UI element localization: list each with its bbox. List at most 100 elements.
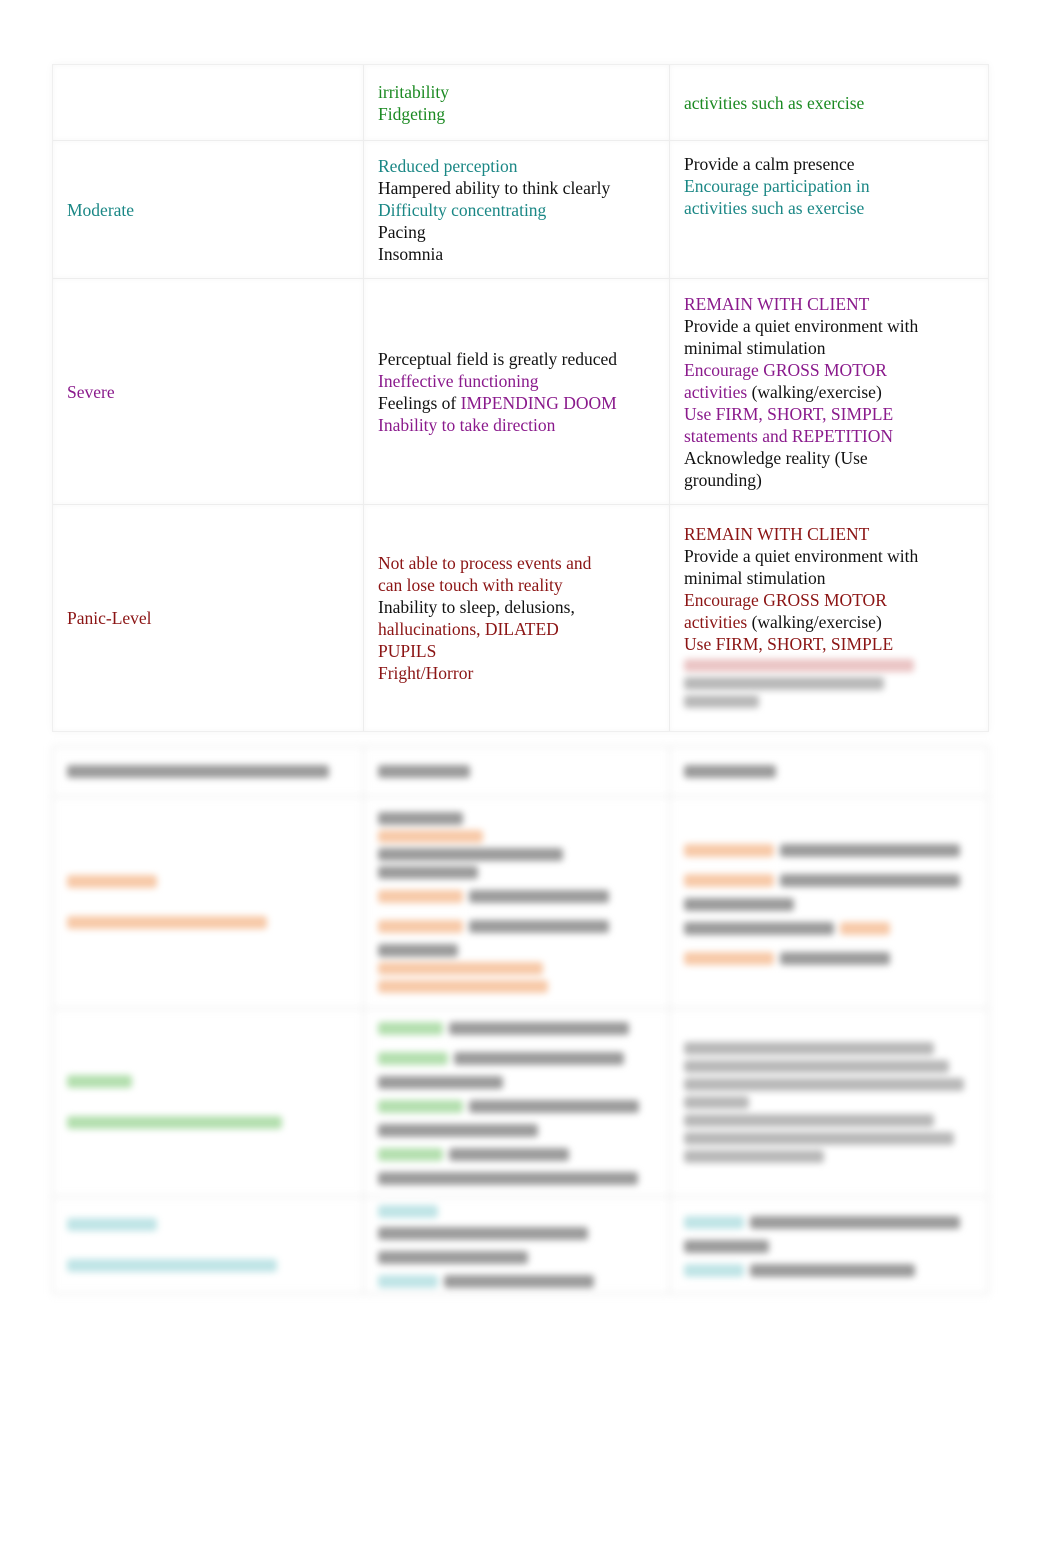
text-segment: IMPENDING DOOM (460, 392, 617, 413)
symptoms-list: irritability Fidgeting (378, 81, 449, 125)
blurred-cell (364, 1009, 670, 1197)
blurred-text (378, 979, 548, 993)
header-cell (670, 747, 988, 797)
blurred-text (684, 1077, 964, 1091)
text-segment: activities (684, 612, 752, 632)
intervention-line: statements and REPETITION (684, 425, 893, 446)
blurred-text (684, 695, 759, 708)
blurred-text (684, 1059, 949, 1073)
blurred-text (378, 1075, 503, 1089)
intervention-line: activities such as exercise (684, 92, 865, 113)
intervention-line: Acknowledge reality (Use (684, 447, 868, 468)
blurred-cell (364, 797, 670, 1009)
interventions-list: REMAIN WITH CLIENT Provide a quiet enviro… (684, 293, 918, 491)
blurred-text (378, 811, 463, 825)
blurred-cell (53, 1197, 364, 1293)
intervention-line: Provide a quiet environment with (684, 546, 919, 566)
blurred-text (684, 659, 914, 672)
blurred-text (378, 1227, 588, 1241)
blurred-text (378, 1251, 528, 1264)
interventions-cell: REMAIN WITH CLIENT Provide a quiet enviro… (670, 279, 988, 505)
intervention-line: Provide a calm presence (684, 154, 855, 174)
level-cell: Severe (53, 279, 364, 505)
symptom-line: Not able to process events and (378, 553, 592, 573)
interventions-list: activities such as exercise (684, 92, 864, 114)
symptoms-cell: irritability Fidgeting (364, 65, 670, 141)
blurred-text (684, 1095, 749, 1109)
blurred-text (378, 1123, 538, 1137)
blurred-text (67, 916, 267, 929)
intervention-line: Use FIRM, SHORT, SIMPLE (684, 403, 894, 424)
symptom-line: Perceptual field is greatly reduced (378, 348, 618, 369)
blurred-text (750, 1216, 960, 1230)
blurred-text (378, 764, 470, 778)
symptom-line: irritability (378, 81, 449, 102)
blurred-table (52, 746, 989, 1294)
intervention-line: Encourage GROSS MOTOR (684, 359, 887, 380)
interventions-list: REMAIN WITH CLIENT Provide a quiet enviro… (684, 523, 918, 713)
symptom-line: Reduced perception (378, 155, 518, 176)
blurred-cell (53, 1009, 364, 1197)
blurred-text (684, 897, 794, 911)
level-label-panic: Panic-Level (67, 608, 152, 628)
intervention-line: activities such as exercise (684, 198, 865, 218)
intervention-line: REMAIN WITH CLIENT (684, 524, 870, 544)
blurred-text (449, 1021, 629, 1035)
blurred-text (378, 865, 478, 879)
blurred-cell (670, 1197, 988, 1293)
intervention-line: Provide a quiet environment with (684, 315, 919, 336)
symptoms-list: Reduced perception Hampered ability to th… (378, 155, 610, 265)
blurred-text (449, 1147, 569, 1161)
blurred-text (469, 919, 609, 933)
symptom-line: Inability to sleep, delusions, (378, 597, 575, 617)
symptom-line: Insomnia (378, 243, 444, 264)
interventions-cell: Provide a calm presence Encourage partici… (670, 141, 988, 279)
header-cell (53, 747, 364, 797)
blurred-text (67, 764, 329, 778)
intervention-line: activities (walking/exercise) (684, 381, 918, 403)
blurred-text (684, 1041, 934, 1055)
blurred-cell (670, 797, 988, 1009)
interventions-cell: REMAIN WITH CLIENT Provide a quiet enviro… (670, 505, 988, 731)
blurred-text (67, 875, 157, 888)
intervention-line: minimal stimulation (684, 337, 826, 358)
intervention-line: activities (walking/exercise) (684, 611, 918, 633)
level-cell: Moderate (53, 141, 364, 279)
blurred-cell (670, 1009, 988, 1197)
interventions-cell: activities such as exercise (670, 65, 988, 141)
symptom-line: PUPILS (378, 641, 437, 661)
blurred-text (750, 1264, 915, 1278)
level-label-moderate: Moderate (67, 199, 135, 220)
symptom-line: Hampered ability to think clearly (378, 177, 611, 198)
blurred-text (67, 1116, 282, 1129)
blurred-text (378, 943, 458, 957)
blurred-text (684, 764, 776, 778)
symptoms-list: Not able to process events and can lose t… (378, 552, 591, 684)
symptoms-list: Perceptual field is greatly reduced Ineff… (378, 348, 617, 436)
symptom-line: Pacing (378, 221, 426, 242)
blurred-text (780, 873, 960, 887)
symptom-line: hallucinations, DILATED (378, 619, 559, 639)
blurred-text (67, 1217, 157, 1231)
blurred-text (684, 1149, 824, 1163)
symptom-line: Inability to take direction (378, 414, 556, 435)
symptoms-cell: Reduced perception Hampered ability to th… (364, 141, 670, 279)
blurred-cell (53, 797, 364, 1009)
symptoms-cell: Not able to process events and can lose t… (364, 505, 670, 731)
blurred-text (684, 1113, 934, 1127)
header-cell (364, 747, 670, 797)
intervention-line: Encourage GROSS MOTOR (684, 590, 887, 610)
blurred-text (684, 1240, 769, 1253)
text-segment: activities (684, 381, 752, 402)
symptom-line: can lose touch with reality (378, 575, 563, 595)
blurred-text (378, 1171, 638, 1185)
anxiety-levels-table: irritability Fidgeting activities such as… (52, 64, 989, 732)
interventions-list: Provide a calm presence Encourage partici… (684, 153, 870, 219)
text-segment: Feelings of (378, 392, 461, 413)
level-cell (53, 65, 364, 141)
blurred-text (454, 1051, 624, 1065)
intervention-line: minimal stimulation (684, 568, 826, 588)
blurred-text (444, 1275, 594, 1289)
symptom-line: Ineffective functioning (378, 370, 539, 391)
blurred-text (378, 847, 563, 861)
